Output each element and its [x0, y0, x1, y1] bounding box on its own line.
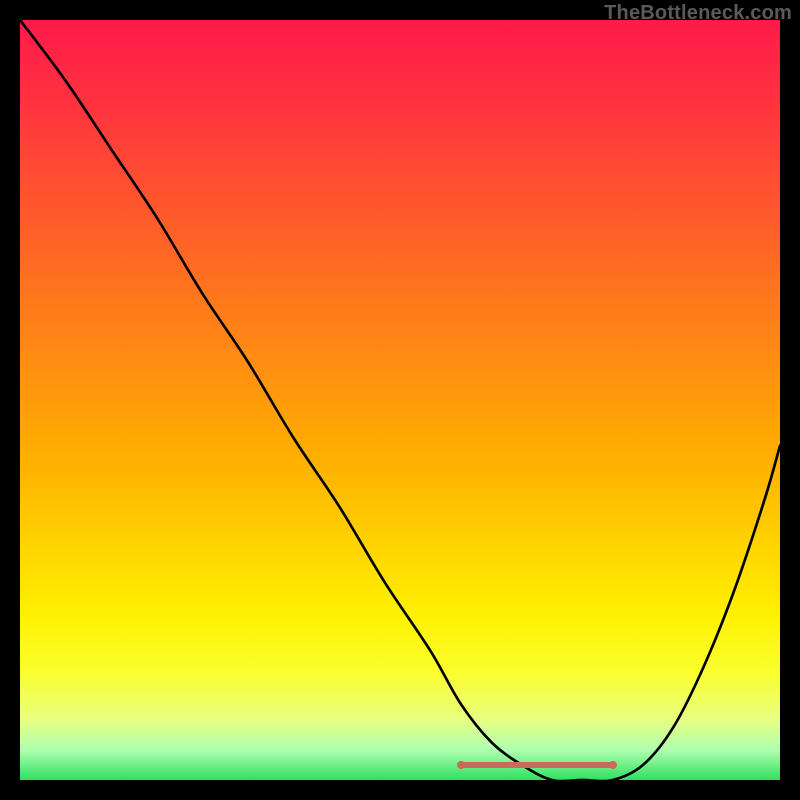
bottleneck-curve	[20, 20, 780, 780]
floor-marker-dot	[609, 761, 617, 769]
curve-svg	[20, 20, 780, 780]
plot-area	[20, 20, 780, 780]
chart-canvas: TheBottleneck.com	[0, 0, 800, 800]
floor-marker-dot	[457, 761, 465, 769]
floor-highlight-segment	[461, 762, 613, 768]
